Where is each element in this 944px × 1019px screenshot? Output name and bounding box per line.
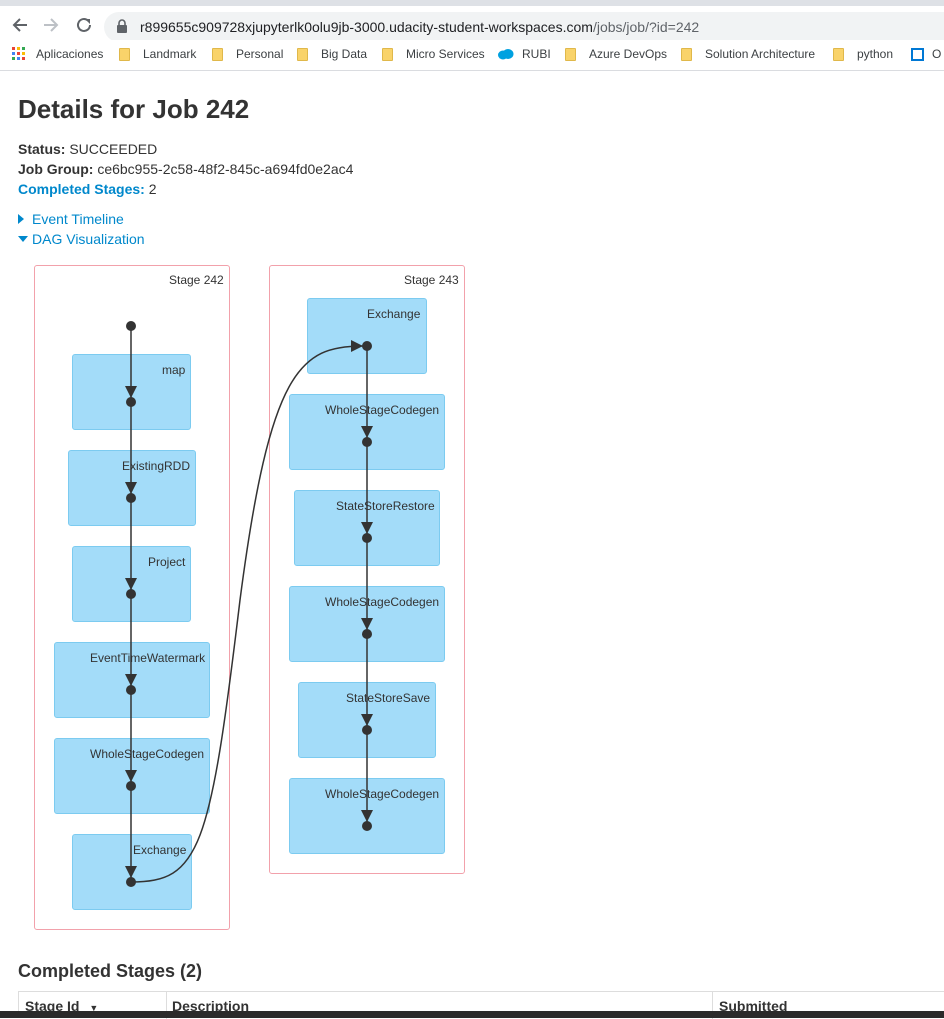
bookmark-solution-architecture[interactable]: Solution Architecture <box>681 47 815 61</box>
status-value: SUCCEEDED <box>69 141 158 157</box>
folder-icon <box>297 47 308 61</box>
caret-down-icon <box>18 236 28 242</box>
dag-node-label: WholeStageCodegen <box>325 787 440 801</box>
bookmark-python[interactable]: python <box>833 47 893 61</box>
folder-icon <box>382 47 393 61</box>
status-row: Status: SUCCEEDED <box>18 141 157 157</box>
bookmark-rubi[interactable]: RUBI <box>498 47 551 61</box>
arrow-right-icon <box>44 18 59 32</box>
dag-visualization-toggle[interactable]: DAG Visualization <box>18 231 145 247</box>
bookmark-label: Micro Services <box>406 47 485 61</box>
folder-icon <box>565 47 576 61</box>
url-text: r899655c909728xjupyterlk0olu9jb-3000.uda… <box>140 19 699 35</box>
folder-icon <box>212 47 223 61</box>
folder-icon <box>119 47 130 61</box>
event-timeline-toggle[interactable]: Event Timeline <box>18 211 124 227</box>
dag-node-label: Exchange <box>367 307 421 321</box>
job-group-row: Job Group: ce6bc955-2c58-48f2-845c-a694f… <box>18 161 353 177</box>
bookmark-label: Landmark <box>143 47 197 61</box>
outlook-icon <box>911 47 924 61</box>
caret-right-icon <box>18 214 24 224</box>
dag-node-label: ExistingRDD <box>122 459 191 473</box>
bookmark-label: Personal <box>236 47 284 61</box>
dag-visualization-label: DAG Visualization <box>32 231 145 247</box>
address-bar[interactable]: r899655c909728xjupyterlk0olu9jb-3000.uda… <box>104 12 944 42</box>
dag-node-label: StateStoreSave <box>346 691 431 705</box>
completed-stages-link[interactable]: Completed Stages: <box>18 181 145 197</box>
bookmark-label: python <box>857 47 894 61</box>
bookmark-label: Azure DevOps <box>589 47 668 61</box>
bookmark-outlook[interactable]: O <box>911 47 941 61</box>
bookmark-micro-services[interactable]: Micro Services <box>382 47 485 61</box>
job-group-value: ce6bc955-2c58-48f2-845c-a694fd0e2ac4 <box>97 161 354 177</box>
reload-button[interactable] <box>73 14 95 36</box>
dag-node-label: WholeStageCodegen <box>325 403 440 417</box>
bottom-bar <box>0 1011 944 1018</box>
bookmark-aplicaciones[interactable]: Aplicaciones <box>12 47 103 61</box>
completed-stages-row: Completed Stages: 2 <box>18 181 157 197</box>
url-host: r899655c909728xjupyterlk0olu9jb-3000.uda… <box>140 19 593 35</box>
dag-node-label: EventTimeWatermark <box>90 651 206 665</box>
stage-label: Stage 242 <box>169 273 224 287</box>
status-label: Status: <box>18 141 66 157</box>
back-button[interactable] <box>9 14 31 36</box>
bookmark-label: RUBI <box>522 47 551 61</box>
url-path: /jobs/job/?id=242 <box>592 19 700 35</box>
bookmarks-bar: Aplicaciones Landmark Personal Big Data … <box>0 40 944 71</box>
folder-icon <box>833 47 844 61</box>
bookmark-azure-devops[interactable]: Azure DevOps <box>565 47 667 61</box>
folder-icon <box>681 47 692 61</box>
bookmark-personal[interactable]: Personal <box>212 47 283 61</box>
apps-grid-icon <box>12 47 25 60</box>
job-group-label: Job Group: <box>18 161 94 177</box>
reload-icon <box>77 17 91 32</box>
bookmark-label: O <box>932 47 942 61</box>
bookmark-landmark[interactable]: Landmark <box>119 47 196 61</box>
bookmark-big-data[interactable]: Big Data <box>297 47 367 61</box>
dag-node-label: WholeStageCodegen <box>325 595 440 609</box>
stage-label: Stage 243 <box>404 273 459 287</box>
completed-stages-count: 2 <box>148 181 157 197</box>
dag-node-label: Exchange <box>133 843 187 857</box>
page-title: Details for Job 242 <box>18 94 250 124</box>
lock-icon <box>117 19 127 33</box>
salesforce-cloud-icon <box>498 48 514 59</box>
event-timeline-label: Event Timeline <box>32 211 124 227</box>
dag-node-label: WholeStageCodegen <box>90 747 205 761</box>
arrow-left-icon <box>12 18 27 32</box>
dag-node-label: StateStoreRestore <box>336 499 435 513</box>
completed-stages-title: Completed Stages (2) <box>18 961 203 981</box>
browser-toolbar: r899655c909728xjupyterlk0olu9jb-3000.uda… <box>0 6 944 42</box>
dag-node-label: map <box>162 363 186 377</box>
dag-node-label: Project <box>148 555 186 569</box>
forward-button[interactable] <box>40 14 62 36</box>
bookmark-label: Solution Architecture <box>705 47 816 61</box>
bookmark-label: Aplicaciones <box>36 47 104 61</box>
bookmark-label: Big Data <box>321 47 368 61</box>
